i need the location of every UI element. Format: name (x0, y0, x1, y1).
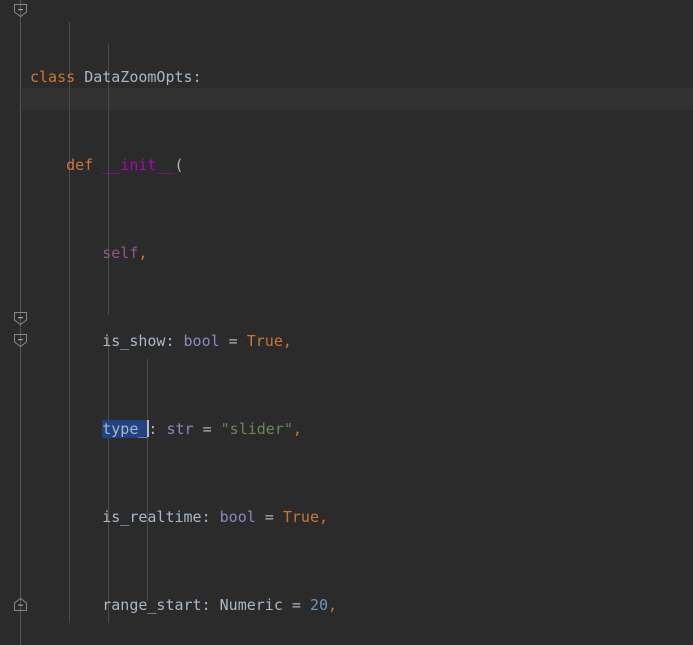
token-const-true: True (246, 332, 283, 350)
code-editor[interactable]: class DataZoomOpts: def __init__( self, … (0, 0, 693, 645)
token-comma: , (319, 508, 329, 526)
code-line-2[interactable]: def __init__( (0, 154, 693, 176)
code-line-4[interactable]: is_show: bool = True, (0, 330, 693, 352)
fold-collapse-icon[interactable] (13, 311, 28, 326)
fold-end-icon[interactable] (13, 597, 28, 612)
token-comma: , (328, 596, 338, 614)
token-number-20: 20 (309, 596, 329, 614)
code-line-3[interactable]: self, (0, 242, 693, 264)
token-param-range-start: range_start: Numeric = (102, 596, 310, 614)
token-equals: = (193, 420, 221, 438)
token-colon: : (148, 420, 167, 438)
token-comma: , (292, 420, 302, 438)
token-class-name: DataZoomOpts (84, 68, 193, 86)
token-param-is-realtime: is_realtime: (102, 508, 220, 526)
token-type-bool: bool (219, 508, 256, 526)
token-self: self (102, 244, 139, 262)
code-line-5[interactable]: type_: str = "slider", (0, 418, 693, 440)
token-comma: , (282, 332, 292, 350)
token-type-str: str (166, 420, 194, 438)
token-equals: = (219, 332, 247, 350)
token-comma: , (138, 244, 148, 262)
code-line-1[interactable]: class DataZoomOpts: (0, 66, 693, 88)
token-colon: : (192, 68, 202, 86)
token-const-true: True (282, 508, 319, 526)
fold-collapse-icon[interactable] (13, 333, 28, 348)
fold-collapse-icon[interactable] (13, 3, 28, 18)
token-equals: = (255, 508, 283, 526)
token-type-bool: bool (183, 332, 220, 350)
code-line-6[interactable]: is_realtime: bool = True, (0, 506, 693, 528)
token-function-name: __init__ (102, 156, 175, 174)
token-keyword-def: def (66, 156, 94, 174)
code-line-7[interactable]: range_start: Numeric = 20, (0, 594, 693, 616)
token-keyword-class: class (30, 68, 76, 86)
token-param-is-show: is_show: (102, 332, 184, 350)
token-open-paren: ( (174, 156, 184, 174)
token-string-slider: "slider" (220, 420, 293, 438)
code-content[interactable]: class DataZoomOpts: def __init__( self, … (0, 0, 693, 645)
selected-text-type[interactable]: type_ (102, 420, 148, 438)
